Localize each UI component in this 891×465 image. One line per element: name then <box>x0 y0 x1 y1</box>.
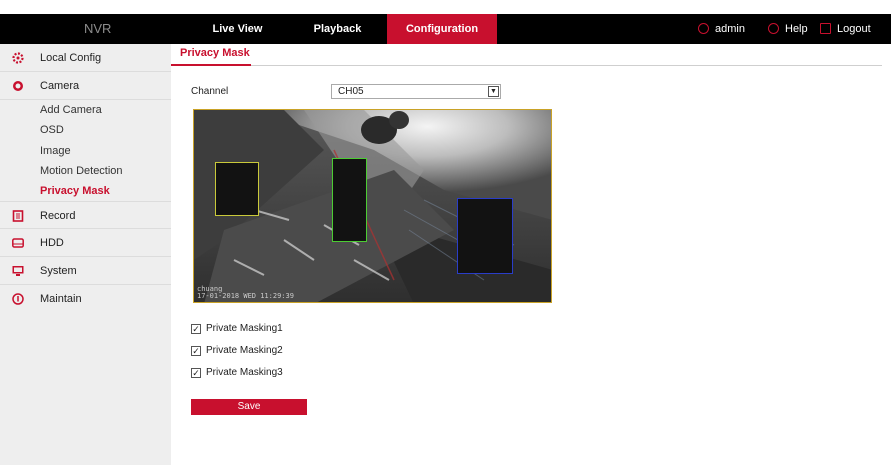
hdd-icon <box>12 238 24 248</box>
sub-item-motion-detection[interactable]: Motion Detection <box>40 165 123 177</box>
help-link[interactable]: Help <box>768 14 808 44</box>
sidebar-item-label: Maintain <box>40 293 82 305</box>
main-content: Privacy Mask Channel CH05 ▼ chuang 17-01… <box>171 44 891 465</box>
sidebar-item-hdd[interactable]: HDD <box>0 229 171 257</box>
chevron-down-icon: ▼ <box>488 86 499 97</box>
mask-option-2[interactable]: ✓ Private Masking2 <box>191 344 283 356</box>
top-strip <box>0 0 891 5</box>
logout-icon <box>820 23 831 34</box>
osd-timestamp: chuang 17-01-2018 WED 11:29:39 <box>197 286 294 300</box>
user-menu[interactable]: admin <box>698 14 745 44</box>
nav-configuration[interactable]: Configuration <box>387 14 497 44</box>
help-icon <box>768 23 779 34</box>
sub-item-image[interactable]: Image <box>40 145 71 157</box>
checkbox-mask-2[interactable]: ✓ <box>191 346 201 356</box>
gear-icon <box>12 52 24 64</box>
top-nav-bar: NVR Live View Playback Configuration adm… <box>0 14 891 44</box>
record-icon <box>12 210 24 222</box>
mask-option-3[interactable]: ✓ Private Masking3 <box>191 366 283 378</box>
sidebar-item-label: System <box>40 265 77 277</box>
app-logo: NVR <box>84 21 112 36</box>
sidebar: Local Config Camera Add Camera OSD Image… <box>0 44 171 465</box>
sidebar-item-maintain[interactable]: Maintain <box>0 285 171 313</box>
mask-label-1: Private Masking1 <box>206 323 283 334</box>
checkbox-mask-1[interactable]: ✓ <box>191 324 201 334</box>
sidebar-item-system[interactable]: System <box>0 257 171 285</box>
nav-playback[interactable]: Playback <box>290 14 385 44</box>
mask-label-2: Private Masking2 <box>206 345 283 356</box>
channel-select[interactable]: CH05 ▼ <box>331 84 501 99</box>
user-icon <box>698 23 709 34</box>
user-name: admin <box>715 23 745 35</box>
sidebar-item-local-config[interactable]: Local Config <box>0 44 171 72</box>
save-button[interactable]: Save <box>191 399 307 415</box>
privacy-mask-3[interactable] <box>457 198 513 274</box>
monitor-icon <box>12 266 24 276</box>
privacy-mask-1[interactable] <box>215 162 259 216</box>
privacy-mask-2[interactable] <box>332 158 367 242</box>
channel-label: Channel <box>191 86 229 97</box>
help-label: Help <box>785 23 808 35</box>
info-icon <box>12 293 24 305</box>
sidebar-item-camera[interactable]: Camera <box>0 72 171 100</box>
checkbox-mask-3[interactable]: ✓ <box>191 368 201 378</box>
mask-label-3: Private Masking3 <box>206 367 283 378</box>
channel-value: CH05 <box>338 86 364 97</box>
mask-option-1[interactable]: ✓ Private Masking1 <box>191 322 283 334</box>
logout-label: Logout <box>837 23 871 35</box>
camera-icon <box>13 81 23 91</box>
sidebar-item-label: HDD <box>40 237 64 249</box>
sidebar-item-label: Record <box>40 210 76 222</box>
tab-active-underline <box>171 64 251 66</box>
sub-item-add-camera[interactable]: Add Camera <box>40 104 102 116</box>
nav-live-view[interactable]: Live View <box>190 14 285 44</box>
sidebar-item-label: Camera <box>40 80 80 92</box>
osd-datetime: 17-01-2018 WED 11:29:39 <box>197 292 294 300</box>
sidebar-item-record[interactable]: Record <box>0 201 171 229</box>
sub-item-privacy-mask[interactable]: Privacy Mask <box>40 185 110 197</box>
logout-link[interactable]: Logout <box>820 14 871 44</box>
tab-privacy-mask[interactable]: Privacy Mask <box>180 47 250 59</box>
sidebar-item-label: Local Config <box>40 52 102 64</box>
video-preview[interactable]: chuang 17-01-2018 WED 11:29:39 <box>193 109 552 303</box>
tab-divider <box>171 65 882 66</box>
sub-item-osd[interactable]: OSD <box>40 124 64 136</box>
